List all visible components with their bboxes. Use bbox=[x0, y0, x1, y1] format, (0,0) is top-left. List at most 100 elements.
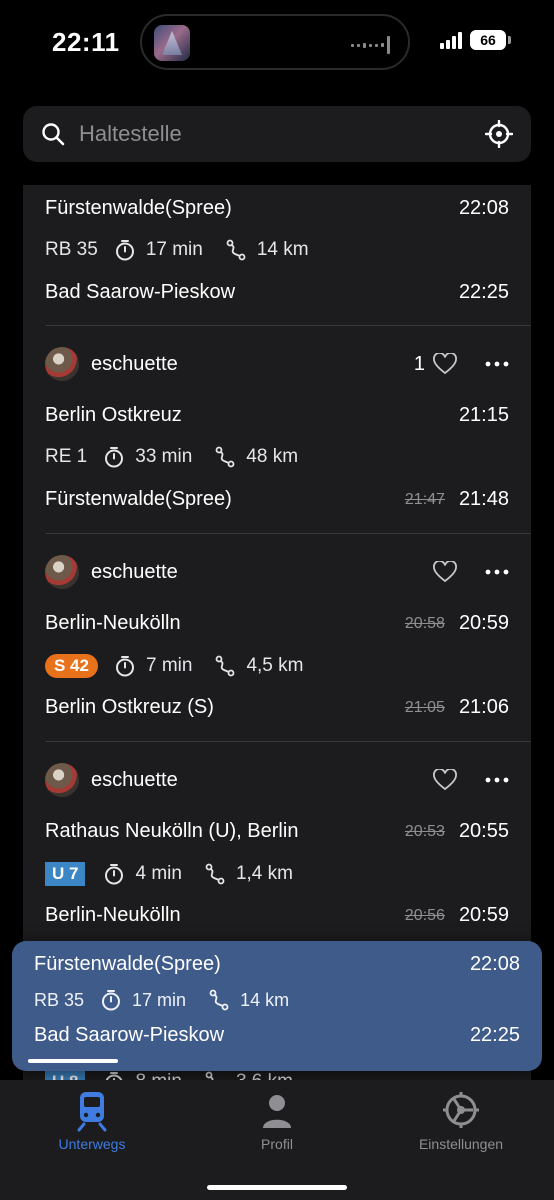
tab-profil[interactable]: Profil bbox=[197, 1090, 357, 1152]
distance: 4,5 km bbox=[246, 655, 304, 676]
trip-progress-bar bbox=[28, 1059, 118, 1063]
checkin-card[interactable]: eschuette Rathaus Neukölln (U), Berlin 2… bbox=[23, 742, 531, 950]
active-trip-card[interactable]: Fürstenwalde(Spree) 22:08 RB 35 17 min 1… bbox=[12, 941, 542, 1071]
tab-label: Einstellungen bbox=[418, 1136, 504, 1152]
line-badge: U 7 bbox=[45, 862, 86, 886]
planned-arrival-time: 21:47 bbox=[404, 490, 445, 508]
route-icon bbox=[226, 239, 246, 261]
stopwatch-icon bbox=[105, 447, 124, 468]
duration: 7 min bbox=[145, 655, 193, 676]
tab-einstellungen[interactable]: Einstellungen bbox=[381, 1090, 541, 1152]
dynamic-island[interactable] bbox=[140, 14, 410, 70]
destination-station: Bad Saarow-Pieskow bbox=[34, 1024, 225, 1046]
origin-row: Fürstenwalde(Spree) 22:08 bbox=[34, 953, 520, 976]
search-input[interactable] bbox=[79, 120, 459, 148]
search-icon bbox=[42, 123, 65, 146]
train-icon bbox=[77, 1092, 107, 1132]
stopwatch-icon bbox=[102, 990, 121, 1011]
arrival-time: 22:25 bbox=[469, 1024, 520, 1046]
avatar[interactable] bbox=[45, 555, 79, 589]
arrival-time: 21:06 bbox=[458, 696, 509, 718]
more-icon[interactable] bbox=[485, 777, 509, 783]
checkin-card[interactable]: Fürstenwalde(Spree) 22:08 RB 35 17 min 1… bbox=[23, 185, 531, 326]
audio-wave-icon bbox=[351, 36, 390, 54]
username[interactable]: eschuette bbox=[91, 769, 433, 792]
trip-meta: RE 1 33 min 48 km bbox=[45, 446, 320, 468]
departure-time: 20:55 bbox=[458, 820, 509, 842]
stopwatch-icon bbox=[106, 1072, 123, 1080]
tab-unterwegs[interactable]: Unterwegs bbox=[12, 1090, 172, 1152]
destination-row: Fürstenwalde(Spree) 21:47 21:48 bbox=[45, 488, 509, 511]
planned-arrival-time: 20:56 bbox=[404, 906, 445, 924]
card-header: eschuette bbox=[45, 555, 509, 589]
planned-departure-time: 20:58 bbox=[404, 614, 445, 632]
line-label: RB 35 bbox=[45, 239, 98, 260]
origin-station: Fürstenwalde(Spree) bbox=[34, 953, 221, 975]
checkin-card[interactable]: eschuette Berlin-Neukölln 20:58 20:59 S … bbox=[23, 534, 531, 742]
stopwatch-icon bbox=[115, 240, 134, 261]
arrival-time: 21:48 bbox=[458, 488, 509, 510]
search-bar[interactable] bbox=[23, 106, 531, 162]
checkin-card[interactable]: eschuette 1 Berlin Ostkreuz 21:15 RE 1 3… bbox=[23, 326, 531, 534]
origin-station: Rathaus Neukölln (U), Berlin bbox=[45, 820, 299, 842]
person-icon bbox=[263, 1095, 291, 1128]
avatar[interactable] bbox=[45, 347, 79, 381]
avatar[interactable] bbox=[45, 763, 79, 797]
destination-row: Bad Saarow-Pieskow 22:25 bbox=[45, 281, 509, 304]
battery-icon: 66 bbox=[470, 30, 511, 50]
trip-meta: U 8 8 min 3,6 km bbox=[45, 1070, 315, 1080]
now-playing-artwork bbox=[154, 25, 190, 61]
trip-meta: RB 35 17 min 14 km bbox=[45, 239, 331, 261]
username[interactable]: eschuette bbox=[91, 353, 414, 376]
heart-icon[interactable] bbox=[433, 561, 457, 583]
more-icon[interactable] bbox=[485, 361, 509, 367]
status-indicators: 66 bbox=[440, 30, 511, 50]
crosshair-icon[interactable] bbox=[485, 120, 513, 148]
distance: 48 km bbox=[246, 446, 299, 467]
distance: 1,4 km bbox=[235, 863, 293, 884]
distance: 14 km bbox=[240, 989, 290, 1010]
origin-station: Fürstenwalde(Spree) bbox=[45, 197, 232, 219]
duration: 4 min bbox=[135, 863, 182, 884]
trip-meta: U 7 4 min 1,4 km bbox=[45, 862, 315, 886]
stopwatch-icon bbox=[115, 656, 134, 677]
more-icon[interactable] bbox=[485, 569, 509, 575]
origin-row: Berlin-Neukölln 20:58 20:59 bbox=[45, 612, 509, 635]
arrival-time: 20:59 bbox=[458, 904, 509, 926]
stopwatch-icon bbox=[105, 864, 124, 885]
destination-station: Berlin Ostkreuz (S) bbox=[45, 696, 214, 718]
line-badge: S 42 bbox=[45, 654, 98, 678]
route-icon bbox=[215, 446, 235, 468]
departure-time: 20:59 bbox=[458, 612, 509, 634]
card-header: eschuette 1 bbox=[45, 347, 509, 381]
route-icon bbox=[205, 1071, 214, 1080]
destination-station: Berlin-Neukölln bbox=[45, 904, 181, 926]
heart-icon[interactable] bbox=[433, 769, 457, 791]
destination-row: Bad Saarow-Pieskow 22:25 bbox=[34, 1024, 520, 1047]
destination-row: Berlin Ostkreuz (S) 21:05 21:06 bbox=[45, 696, 509, 719]
departure-time: 22:08 bbox=[458, 197, 509, 219]
tab-bar: Unterwegs Profil Einstellungen bbox=[0, 1080, 554, 1200]
origin-row: Fürstenwalde(Spree) 22:08 bbox=[45, 197, 509, 220]
distance: 14 km bbox=[256, 239, 309, 260]
origin-station: Berlin-Neukölln bbox=[45, 612, 181, 634]
destination-station: Fürstenwalde(Spree) bbox=[45, 488, 232, 510]
tab-label: Unterwegs bbox=[58, 1136, 126, 1152]
planned-departure-time: 20:53 bbox=[404, 822, 445, 840]
line-label: RE 1 bbox=[45, 446, 88, 467]
line-label: RB 35 bbox=[34, 989, 85, 1010]
username[interactable]: eschuette bbox=[91, 561, 433, 584]
destination-station: Bad Saarow-Pieskow bbox=[45, 281, 236, 303]
home-indicator[interactable] bbox=[207, 1185, 347, 1190]
trip-meta: S 42 7 min 4,5 km bbox=[45, 654, 325, 678]
destination-row: Berlin-Neukölln 20:56 20:59 bbox=[45, 904, 509, 927]
duration: 17 min bbox=[132, 989, 187, 1010]
duration: 17 min bbox=[145, 239, 203, 260]
heart-icon[interactable] bbox=[433, 353, 457, 375]
origin-row: Berlin Ostkreuz 21:15 bbox=[45, 404, 509, 427]
tab-label: Profil bbox=[261, 1136, 293, 1152]
departure-time: 22:08 bbox=[469, 953, 520, 975]
planned-arrival-time: 21:05 bbox=[404, 698, 445, 716]
route-icon bbox=[205, 863, 225, 885]
status-time: 22:11 bbox=[52, 27, 120, 57]
